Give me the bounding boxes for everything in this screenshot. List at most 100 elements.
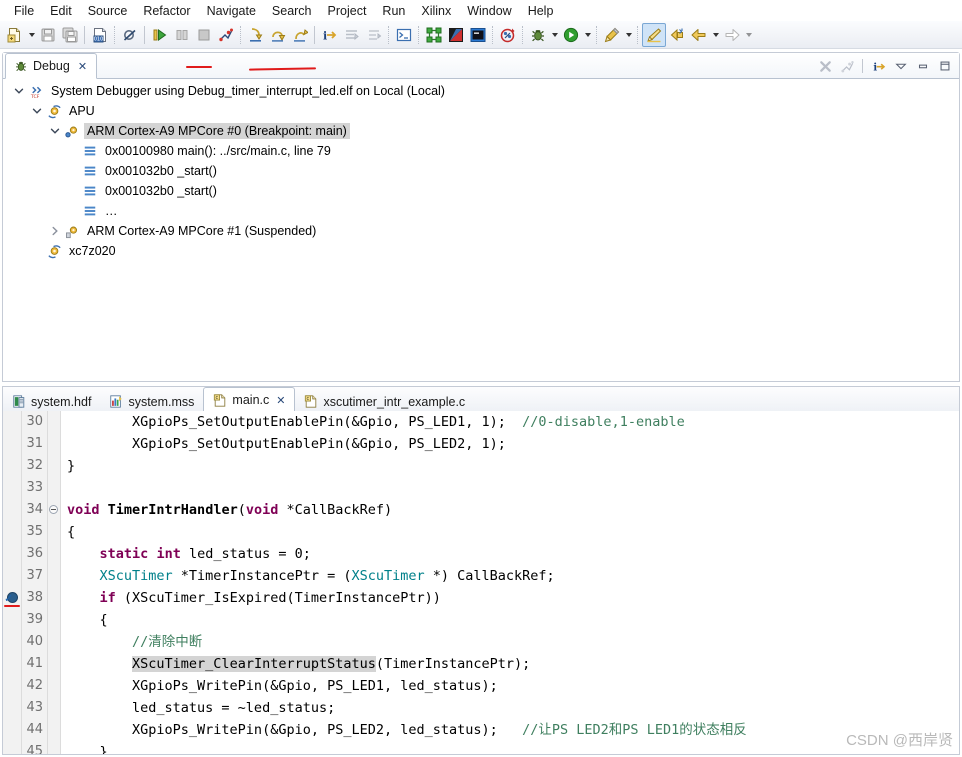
debug-bug-icon[interactable] bbox=[527, 24, 549, 46]
menu-item-edit[interactable]: Edit bbox=[42, 2, 80, 20]
code-line[interactable]: } bbox=[61, 741, 959, 754]
new-dropdown-caret[interactable] bbox=[26, 24, 37, 46]
menu-item-refactor[interactable]: Refactor bbox=[135, 2, 198, 20]
disconnect-icon[interactable] bbox=[215, 24, 237, 46]
chevron-right-icon[interactable] bbox=[47, 223, 63, 239]
menu-item-window[interactable]: Window bbox=[459, 2, 519, 20]
xilinx-tools-icon[interactable] bbox=[423, 24, 445, 46]
external-tools-icon[interactable] bbox=[601, 24, 623, 46]
step-into-selection-icon[interactable] bbox=[341, 24, 363, 46]
menu-item-source[interactable]: Source bbox=[80, 2, 136, 20]
code-line[interactable]: } bbox=[61, 455, 959, 477]
menu-item-project[interactable]: Project bbox=[320, 2, 375, 20]
code-line[interactable]: XGpioPs_WritePin(&Gpio, PS_LED1, led_sta… bbox=[61, 675, 959, 697]
save-icon[interactable] bbox=[37, 24, 59, 46]
sdk-terminal-icon[interactable] bbox=[467, 24, 489, 46]
back-caret[interactable] bbox=[710, 24, 721, 46]
forward-caret[interactable] bbox=[743, 24, 754, 46]
menu-item-navigate[interactable]: Navigate bbox=[199, 2, 264, 20]
view-menu-info-icon[interactable]: i bbox=[869, 56, 889, 76]
code-line[interactable]: XGpioPs_SetOutputEnablePin(&Gpio, PS_LED… bbox=[61, 433, 959, 455]
terminate-icon[interactable] bbox=[193, 24, 215, 46]
code-line[interactable]: void TimerIntrHandler(void *CallBackRef) bbox=[61, 499, 959, 521]
highlight-pen-icon[interactable] bbox=[642, 22, 666, 47]
run-dropdown-caret[interactable] bbox=[582, 24, 593, 46]
editor-tab-main-c[interactable]: c main.c ✕ bbox=[203, 387, 296, 413]
editor-tab-system-hdf[interactable]: system.hdf bbox=[3, 390, 100, 413]
resume-icon[interactable] bbox=[149, 24, 171, 46]
external-tools-caret[interactable] bbox=[623, 24, 634, 46]
debug-tree-row[interactable]: 0x001032b0 _start() bbox=[3, 161, 959, 181]
code-line[interactable]: XScuTimer_ClearInterruptStatus(TimerInst… bbox=[61, 653, 959, 675]
run-icon[interactable] bbox=[560, 24, 582, 46]
code-line[interactable]: { bbox=[61, 609, 959, 631]
debug-tree-row[interactable]: TCF System Debugger using Debug_timer_int… bbox=[3, 81, 959, 101]
back-to-icon[interactable] bbox=[666, 24, 688, 46]
menu-item-search[interactable]: Search bbox=[264, 2, 320, 20]
menu-item-xilinx[interactable]: Xilinx bbox=[413, 2, 459, 20]
step-into-icon[interactable] bbox=[245, 24, 267, 46]
close-icon[interactable]: ✕ bbox=[276, 394, 285, 407]
drop-to-frame-icon[interactable] bbox=[363, 24, 385, 46]
tab-debug-label: Debug bbox=[33, 59, 70, 73]
code-line[interactable]: if (XScuTimer_IsExpired(TimerInstancePtr… bbox=[61, 587, 959, 609]
menu-item-run[interactable]: Run bbox=[374, 2, 413, 20]
breakpoint-gutter[interactable]: ✓ bbox=[3, 411, 22, 754]
toolbar-separator bbox=[314, 25, 316, 44]
debug-tree-row[interactable]: APU bbox=[3, 101, 959, 121]
code-text-area[interactable]: XGpioPs_SetOutputEnablePin(&Gpio, PS_LED… bbox=[61, 411, 959, 754]
debug-tree-row[interactable]: … bbox=[3, 201, 959, 221]
code-line[interactable]: XScuTimer *TimerInstancePtr = (XScuTimer… bbox=[61, 565, 959, 587]
chevron-down-icon[interactable] bbox=[29, 103, 45, 119]
vivado-icon[interactable] bbox=[445, 24, 467, 46]
debug-tree-row[interactable]: ARM Cortex-A9 MPCore #1 (Suspended) bbox=[3, 221, 959, 241]
tab-debug[interactable]: Debug ✕ bbox=[5, 53, 98, 79]
chevron-down-icon[interactable] bbox=[11, 83, 27, 99]
step-return-icon[interactable] bbox=[289, 24, 311, 46]
editor-tab-label: system.hdf bbox=[31, 394, 92, 409]
code-token: *TimerInstancePtr = ( bbox=[172, 568, 352, 584]
new-icon[interactable] bbox=[4, 24, 26, 46]
code-editor[interactable]: ✓ 30 31 32 33 34 35 36 37 38 39 40 41 42 43 44 45 XGpio… bbox=[2, 411, 960, 755]
folding-gutter[interactable] bbox=[48, 411, 61, 754]
debug-tree-row[interactable]: 0x00100980 main(): ../src/main.c, line 7… bbox=[3, 141, 959, 161]
suspend-icon[interactable] bbox=[171, 24, 193, 46]
code-line[interactable]: XGpioPs_SetOutputEnablePin(&Gpio, PS_LED… bbox=[61, 411, 959, 433]
code-line[interactable]: led_status = ~led_status; bbox=[61, 697, 959, 719]
remove-all-terminated-icon[interactable] bbox=[815, 56, 835, 76]
menu-item-help[interactable]: Help bbox=[520, 2, 562, 20]
menu-item-file[interactable]: File bbox=[6, 2, 42, 20]
code-token: void bbox=[245, 502, 279, 518]
view-menu-icon[interactable] bbox=[891, 56, 911, 76]
code-line[interactable]: //清除中断 bbox=[61, 631, 959, 653]
fold-collapse-icon[interactable] bbox=[49, 505, 58, 514]
program-fpga-icon[interactable] bbox=[497, 24, 519, 46]
code-line[interactable]: { bbox=[61, 521, 959, 543]
code-line[interactable]: static int led_status = 0; bbox=[61, 543, 959, 565]
debug-launch-tree[interactable]: TCF System Debugger using Debug_timer_int… bbox=[3, 78, 959, 381]
code-token: { bbox=[67, 524, 76, 540]
code-line[interactable] bbox=[61, 477, 959, 499]
maximize-icon[interactable] bbox=[935, 56, 955, 76]
save-all-icon[interactable] bbox=[59, 24, 81, 46]
debug-tree-row-label: ARM Cortex-A9 MPCore #1 (Suspended) bbox=[87, 224, 317, 238]
terminal-icon[interactable] bbox=[393, 24, 415, 46]
disconnect-all-icon[interactable] bbox=[837, 56, 857, 76]
back-icon[interactable] bbox=[688, 24, 710, 46]
debug-tree-row[interactable]: 0x001032b0 _start() bbox=[3, 181, 959, 201]
debug-tree-row[interactable]: ARM Cortex-A9 MPCore #0 (Breakpoint: mai… bbox=[3, 121, 959, 141]
build-icon[interactable]: 010 bbox=[89, 24, 111, 46]
minimize-icon[interactable] bbox=[913, 56, 933, 76]
chevron-down-icon[interactable] bbox=[47, 123, 63, 139]
code-line[interactable]: XGpioPs_WritePin(&Gpio, PS_LED2, led_sta… bbox=[61, 719, 959, 741]
forward-icon[interactable] bbox=[721, 24, 743, 46]
skip-breakpoints-icon[interactable] bbox=[119, 24, 141, 46]
close-icon[interactable]: ✕ bbox=[78, 60, 87, 73]
instruction-stepping-icon[interactable]: i bbox=[319, 24, 341, 46]
editor-tab-xscutimer-intr-example-c[interactable]: c xscutimer_intr_example.c bbox=[295, 390, 474, 413]
debug-dropdown-caret[interactable] bbox=[549, 24, 560, 46]
step-over-icon[interactable] bbox=[267, 24, 289, 46]
editor-tab-system-mss[interactable]: system.mss bbox=[100, 390, 203, 413]
debug-tree-row[interactable]: xc7z020 bbox=[3, 241, 959, 261]
